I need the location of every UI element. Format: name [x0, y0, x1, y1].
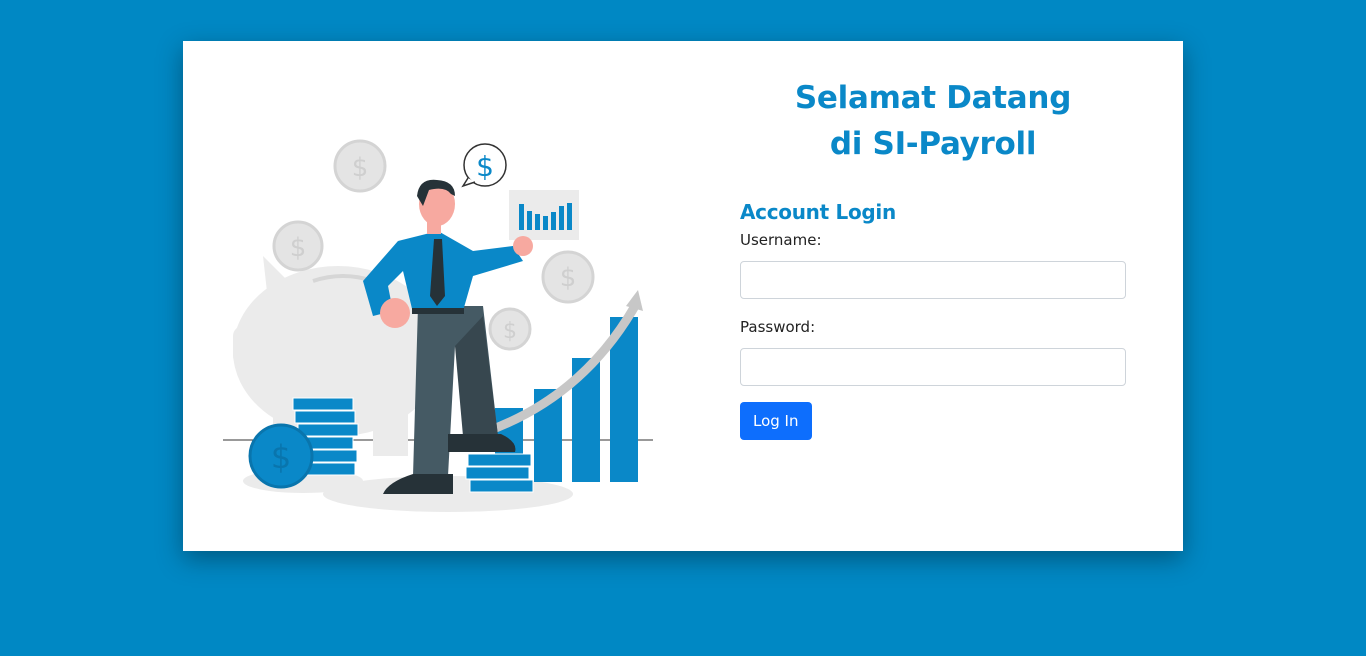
password-label: Password: [740, 318, 816, 336]
page-title: Selamat Datang di SI-Payroll [740, 75, 1126, 167]
svg-text:$: $ [560, 263, 577, 293]
username-label: Username: [740, 231, 822, 249]
username-input[interactable] [740, 261, 1126, 299]
svg-text:$: $ [290, 233, 307, 263]
login-card: $ $ $ $ $ $ Selamat Datang di SI-Payroll… [183, 41, 1183, 551]
account-login-heading: Account Login [740, 200, 896, 224]
dollar-speech-bubble-icon: $ [461, 143, 507, 188]
title-line-2: di SI-Payroll [829, 126, 1037, 162]
svg-text:$: $ [476, 150, 494, 183]
password-input[interactable] [740, 348, 1126, 386]
svg-text:$: $ [503, 319, 517, 344]
svg-text:$: $ [271, 438, 291, 476]
finance-growth-illustration: $ $ $ $ $ $ [223, 139, 653, 512]
login-button[interactable]: Log In [740, 402, 812, 440]
login-form: Selamat Datang di SI-Payroll Account Log… [740, 75, 1126, 440]
title-line-1: Selamat Datang [794, 80, 1072, 116]
svg-text:$: $ [352, 153, 369, 183]
